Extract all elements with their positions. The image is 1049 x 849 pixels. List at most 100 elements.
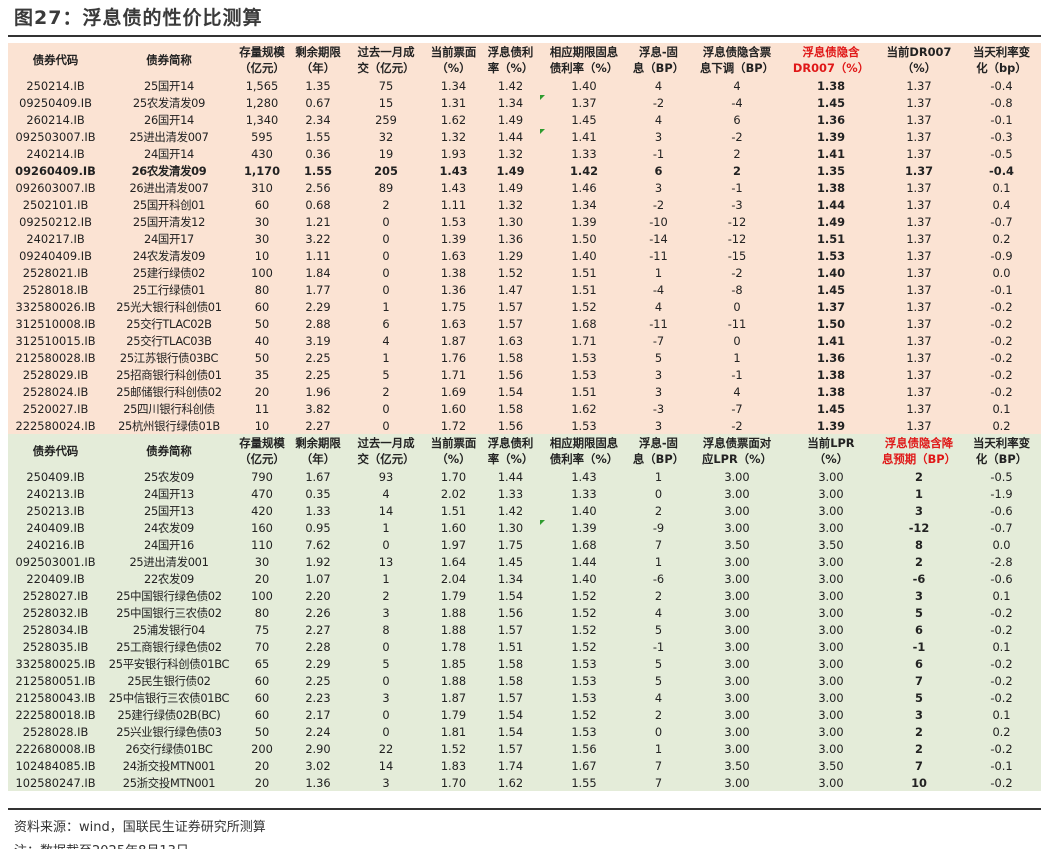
table-cell: 2528018.IB [8,281,103,298]
table-cell: 3.00 [688,638,786,655]
table-cell: 420 [235,502,289,519]
table-cell: 0 [629,485,688,502]
table-cell: 3.50 [688,536,786,553]
table-cell: 1.38 [786,366,876,383]
column-header: 当前DR007 （%） [876,43,962,77]
table-cell: 1.72 [425,417,482,434]
table-cell: 250213.IB [8,502,103,519]
table-cell: 1.37 [876,264,962,281]
table-cell: 102580247.IB [8,774,103,791]
table-cell: 1.69 [425,383,482,400]
table-cell: 1.32 [482,196,539,213]
column-header-line1: 存量规模 [239,45,285,59]
table-cell: 7 [629,757,688,774]
table-cell: 3 [876,502,962,519]
table-cell: 14 [347,502,425,519]
table-cell: 212580043.IB [8,689,103,706]
table-cell: 0 [347,417,425,434]
table-cell: -7 [629,332,688,349]
table-cell: -11 [629,315,688,332]
table-cell: -0.2 [962,366,1041,383]
column-header-line1: 过去一月成 [357,436,415,450]
column-header-line2: 债利率（%） [549,452,619,466]
table-cell: 3.50 [786,536,876,553]
table-cell: -14 [629,230,688,247]
table-cell: 0.67 [289,94,347,111]
table-cell: 1.64 [425,553,482,570]
table-cell: -9 [629,519,688,536]
table-row: 2528027.IB 25中国银行绿色债02 100 2.20 2 1.79 1.54 1.5… [8,587,1041,604]
table-cell: 0 [347,281,425,298]
table-cell: 3.02 [289,757,347,774]
table-cell: 1.38 [425,264,482,281]
table-cell: 1.43 [425,162,482,179]
table-row: 09250409.IB 25农发清发09 1,280 0.67 15 1.31 1.34 1.… [8,94,1041,111]
table-row: 222580018.IB 25建行绿债02B(BC) 60 2.17 0 1.79 1.54… [8,706,1041,723]
table-cell: 2 [876,553,962,570]
table-cell: 25进出清发001 [103,553,235,570]
table-cell: 222580024.IB [8,417,103,434]
table-cell: 6 [876,655,962,672]
table-cell: 430 [235,145,289,162]
table-cell: 595 [235,128,289,145]
table-row: 240213.IB 24国开13 470 0.35 4 2.02 1.33 1.33 0 3.00… [8,485,1041,502]
table-cell: 3.50 [786,757,876,774]
table-cell: -1 [629,145,688,162]
table-row: 092603007.IB 26进出清发007 310 2.56 89 1.43 1.49 1.… [8,179,1041,196]
table-cell: -0.2 [962,655,1041,672]
table-cell: 3.00 [786,689,876,706]
column-header-line1: 债券代码 [32,444,79,458]
table-cell: 3.00 [786,706,876,723]
table-cell: 1 [347,570,425,587]
table-cell: -3 [629,400,688,417]
table-cell: 25国开科创01 [103,196,235,213]
table-cell: 3.22 [289,230,347,247]
table-cell: 1.40 [786,264,876,281]
table-cell: 10 [235,417,289,434]
table-cell: 3.00 [786,638,876,655]
column-header: 过去一月成 交（亿元） [347,434,425,468]
table-cell: 0 [347,706,425,723]
table-row: 2528035.IB 25工商银行绿色债02 70 2.28 0 1.78 1.51 1.52… [8,638,1041,655]
column-header: 浮息债利 率（%） [482,43,539,77]
table-cell: -12 [876,519,962,536]
table-cell: 1.37 [786,298,876,315]
table-cell: 13 [347,553,425,570]
table-cell: 1.56 [482,417,539,434]
table-cell: 0 [347,638,425,655]
table-row: 2528032.IB 25中国银行三农债02 80 2.26 3 1.88 1.56 1.52… [8,604,1041,621]
column-header: 债券简称 [103,43,235,77]
table-cell: 25民生银行债02 [103,672,235,689]
table-row: 2528024.IB 25邮储银行科创债02 20 1.96 2 1.69 1.54 1.51… [8,383,1041,400]
table-cell: 240217.IB [8,230,103,247]
table-cell: 24国开13 [103,485,235,502]
column-header: 债券简称 [103,434,235,468]
table-cell: 0 [347,400,425,417]
table-cell: 60 [235,196,289,213]
table-row: 2528034.IB 25浦发银行04 75 2.27 8 1.88 1.57 1.52 5 3.… [8,621,1041,638]
table-cell: 60 [235,298,289,315]
column-header-line1: 浮息-固 [639,436,678,450]
table-cell: 4 [629,111,688,128]
table-cell: 0.0 [962,536,1041,553]
table-cell: 1.39 [786,417,876,434]
table-cell: 1.62 [425,111,482,128]
table-row: 2528029.IB 25招商银行科创债01 35 2.25 5 1.71 1.56 1.53… [8,366,1041,383]
column-header: 相应期限固息 债利率（%） [539,434,629,468]
table-cell: 3.00 [786,502,876,519]
table-cell: 1.52 [539,638,629,655]
table-cell: 24国开17 [103,230,235,247]
table-cell: 20 [235,383,289,400]
column-header-line1: 债券代码 [32,53,79,67]
table-row: 2528028.IB 25兴业银行绿色债03 50 2.24 0 1.81 1.54 1.53… [8,723,1041,740]
table-cell: 25平安银行科创债01BC [103,655,235,672]
table-cell: 1.37 [876,281,962,298]
table-cell: 3.00 [786,604,876,621]
table-cell: 102484085.IB [8,757,103,774]
table-row: 240214.IB 24国开14 430 0.36 19 1.93 1.32 1.33 -1 2 1… [8,145,1041,162]
table-cell: 1.36 [786,349,876,366]
table-cell: 1.85 [425,655,482,672]
table-cell: 1.38 [786,179,876,196]
table-cell: 220409.IB [8,570,103,587]
table-row: 212580028.IB 25江苏银行债03BC 50 2.25 1 1.76 1.58 1.… [8,349,1041,366]
